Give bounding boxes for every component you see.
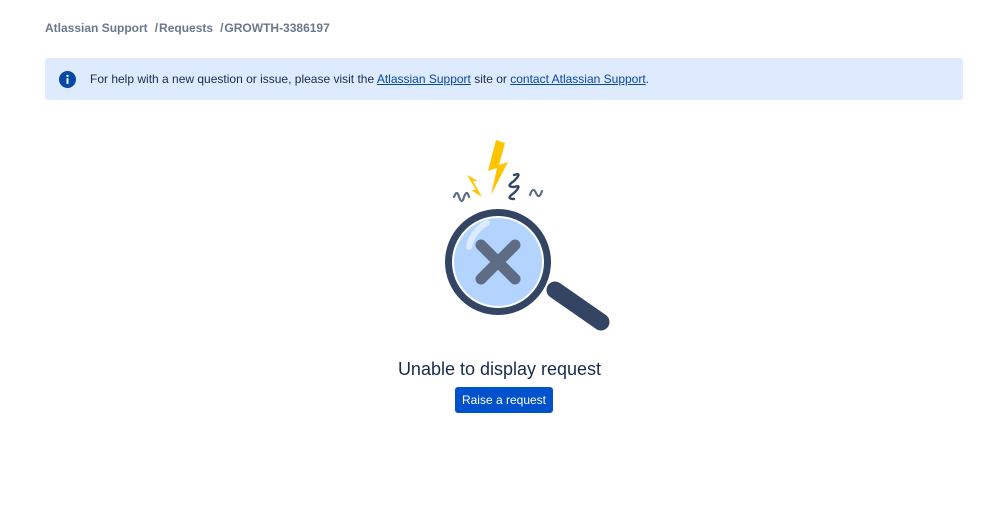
squiggle-left-icon (452, 191, 471, 203)
raise-request-button[interactable]: Raise a request (455, 387, 553, 413)
breadcrumb-separator: / (154, 21, 159, 35)
banner-text-end: . (645, 72, 650, 86)
breadcrumb-request-key[interactable]: GROWTH-3386197 (224, 21, 329, 35)
breadcrumb-requests[interactable]: Requests (159, 21, 213, 35)
info-banner: For help with a new question or issue, p… (45, 58, 963, 100)
lightning-bolt-icon (488, 140, 508, 195)
banner-message: For help with a new question or issue, p… (90, 72, 649, 86)
breadcrumb-atlassian-support[interactable]: Atlassian Support (45, 21, 148, 35)
squiggle-right-icon (508, 173, 520, 201)
request-page: Atlassian Support / Requests / GROWTH-33… (0, 0, 999, 510)
breadcrumb: Atlassian Support / Requests / GROWTH-33… (45, 21, 330, 35)
squiggle-small-icon (528, 188, 544, 198)
banner-text-start: For help with a new question or issue, p… (90, 72, 377, 86)
breadcrumb-separator: / (220, 21, 224, 35)
contact-support-link[interactable]: contact Atlassian Support (510, 72, 645, 86)
banner-text-middle: site or (470, 72, 511, 86)
error-title: Unable to display request (397, 359, 602, 379)
atlassian-support-link[interactable]: Atlassian Support (377, 72, 471, 86)
lightning-bolt-small-icon (467, 175, 482, 197)
info-icon (59, 70, 76, 88)
magnifier-handle (546, 281, 610, 331)
magnifier-error-icon (445, 140, 610, 331)
